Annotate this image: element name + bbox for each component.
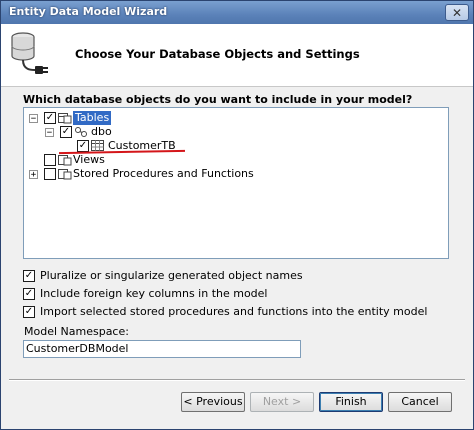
pluralize-checkbox[interactable]: ✓: [23, 270, 35, 282]
button-separator: [9, 379, 465, 381]
expand-procedures-toggle[interactable]: +: [29, 170, 38, 180]
tables-folder-icon: [58, 113, 72, 124]
import-procedures-label[interactable]: Import selected stored procedures and fu…: [40, 305, 427, 319]
foreign-keys-label[interactable]: Include foreign key columns in the model: [40, 287, 268, 301]
tables-checkbox[interactable]: ✓: [44, 112, 56, 124]
next-button[interactable]: Next >: [250, 392, 314, 412]
tree-node-stored-procedures[interactable]: + Stored Procedures and Functions: [24, 167, 424, 181]
namespace-input[interactable]: CustomerDBModel: [23, 340, 301, 358]
page-title: Choose Your Database Objects and Setting…: [75, 47, 360, 61]
database-plug-icon: [11, 32, 48, 74]
wizard-window: Entity Data Model Wizard ✕ Choose Your D…: [0, 0, 474, 430]
collapse-tables-toggle[interactable]: −: [29, 114, 38, 124]
dbo-checkbox[interactable]: ✓: [60, 126, 72, 138]
tree-node-dbo[interactable]: − ✓ dbo: [24, 125, 424, 139]
tree-node-tables[interactable]: − ✓ Tables: [24, 111, 424, 125]
previous-button[interactable]: < Previous: [181, 392, 245, 412]
window-title: Entity Data Model Wizard: [9, 5, 168, 18]
cancel-button[interactable]: Cancel: [388, 392, 452, 412]
pluralize-option[interactable]: ✓ Pluralize or singularize generated obj…: [23, 269, 453, 283]
views-checkbox[interactable]: [44, 154, 56, 166]
finish-button[interactable]: Finish: [319, 392, 383, 412]
pluralize-label[interactable]: Pluralize or singularize generated objec…: [40, 269, 303, 283]
objects-question-label: Which database objects do you want to in…: [23, 93, 413, 106]
tree-label-stored-procedures[interactable]: Stored Procedures and Functions: [73, 167, 254, 181]
collapse-dbo-toggle[interactable]: −: [45, 128, 54, 138]
customertb-checkbox[interactable]: ✓: [77, 140, 89, 152]
foreign-keys-option[interactable]: ✓ Include foreign key columns in the mod…: [23, 287, 453, 301]
database-objects-tree[interactable]: − ✓ Tables − ✓ dbo ✓ CustomerTB Views + …: [23, 107, 449, 259]
views-folder-icon: [58, 155, 72, 166]
import-procedures-option[interactable]: ✓ Import selected stored procedures and …: [23, 305, 453, 319]
tree-label-tables[interactable]: Tables: [73, 111, 112, 125]
foreign-keys-checkbox[interactable]: ✓: [23, 288, 35, 300]
import-procedures-checkbox[interactable]: ✓: [23, 306, 35, 318]
procedures-folder-icon: [58, 169, 72, 180]
namespace-label: Model Namespace:: [24, 325, 129, 338]
title-bar[interactable]: Entity Data Model Wizard ✕: [1, 1, 473, 24]
table-icon: [91, 140, 104, 151]
tree-label-views[interactable]: Views: [73, 153, 105, 167]
wizard-header: Choose Your Database Objects and Setting…: [1, 24, 473, 87]
tree-node-views[interactable]: Views: [24, 153, 424, 167]
close-button[interactable]: ✕: [445, 4, 469, 21]
schema-icon: [75, 127, 87, 137]
tree-label-dbo[interactable]: dbo: [91, 125, 112, 139]
stored-procedures-checkbox[interactable]: [44, 168, 56, 180]
